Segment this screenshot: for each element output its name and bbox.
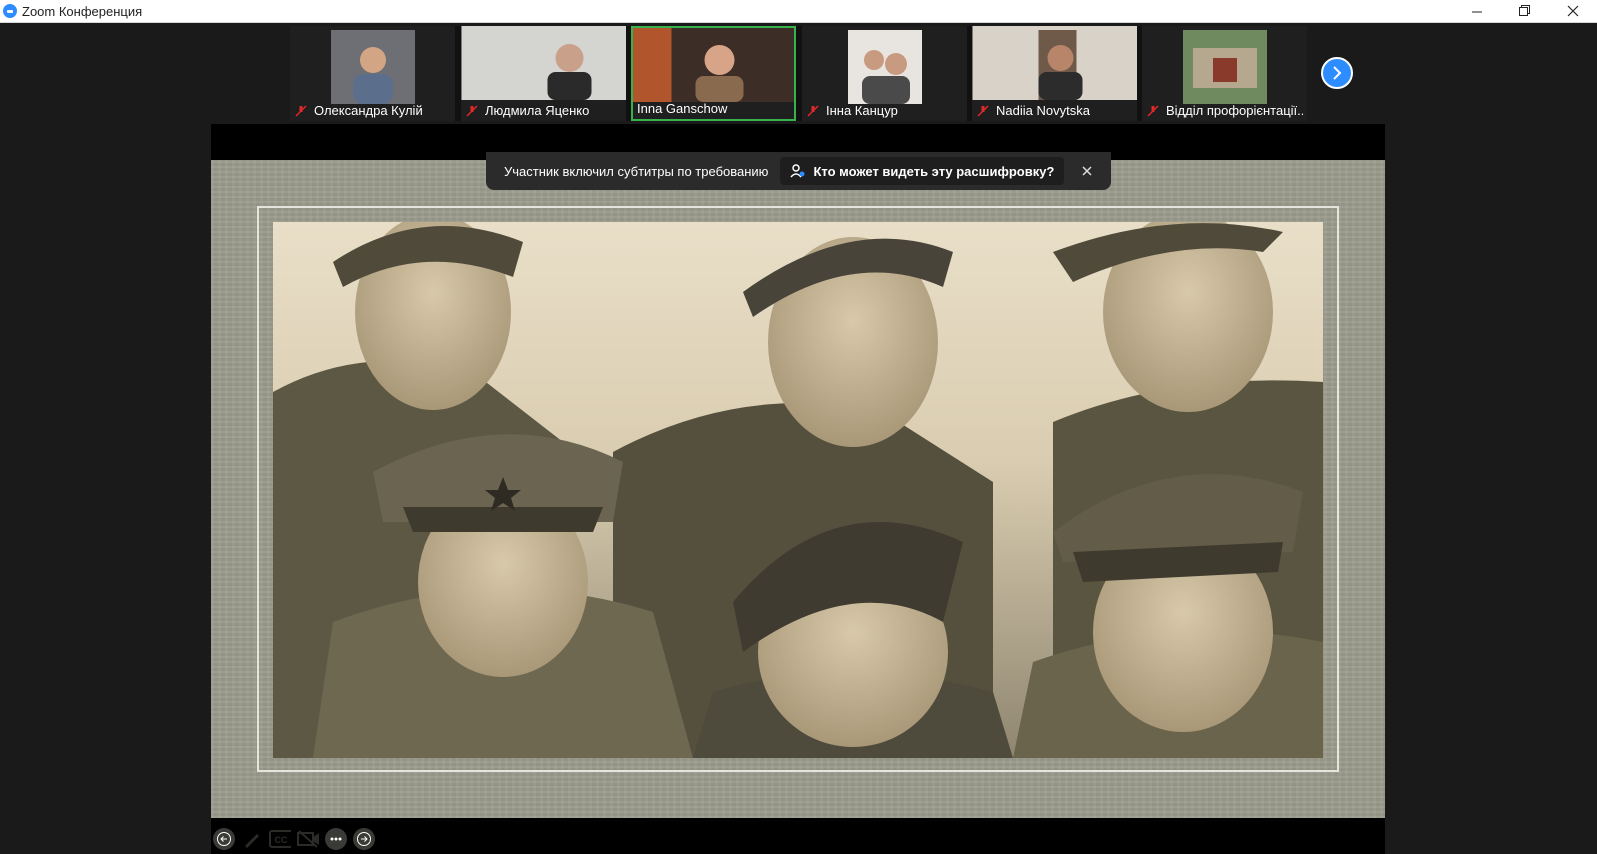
participant-video bbox=[972, 26, 1137, 100]
close-notification-button[interactable] bbox=[1082, 163, 1092, 179]
captions-notification-text: Участник включил субтитры по требованию bbox=[504, 163, 769, 179]
participant-tile[interactable]: Інна Канцур bbox=[802, 26, 967, 121]
shared-screen: CC Участник включил субтитры по требован… bbox=[211, 124, 1385, 854]
pen-icon bbox=[245, 834, 259, 848]
window-controls bbox=[1453, 0, 1597, 22]
participant-video bbox=[1182, 30, 1267, 104]
next-slide-button[interactable] bbox=[353, 828, 375, 850]
person-icon bbox=[790, 164, 805, 178]
participant-video bbox=[461, 26, 626, 100]
participant-video bbox=[633, 28, 794, 102]
transcript-visibility-label: Кто может видеть эту расшифровку? bbox=[813, 163, 1055, 179]
mic-muted-icon bbox=[295, 104, 307, 117]
mic-muted-icon bbox=[807, 104, 819, 117]
captions-button[interactable]: CC bbox=[269, 828, 291, 850]
chevron-right-icon bbox=[1333, 66, 1342, 80]
arrow-right-icon bbox=[357, 832, 371, 846]
svg-text:CC: CC bbox=[275, 835, 288, 845]
minimize-button[interactable] bbox=[1453, 0, 1501, 22]
restore-icon bbox=[1519, 5, 1530, 16]
participant-name: Олександра Кулій bbox=[314, 103, 423, 118]
historical-photo bbox=[273, 222, 1323, 758]
participant-name: Відділ профорієнтації... bbox=[1166, 103, 1303, 118]
slideshow-controls: CC bbox=[213, 828, 375, 850]
participant-video bbox=[330, 30, 415, 104]
cc-icon: CC bbox=[269, 830, 291, 848]
close-icon bbox=[1082, 166, 1092, 176]
participant-name: Inna Ganschow bbox=[637, 101, 728, 116]
participant-tile[interactable]: Людмила Яценко bbox=[461, 26, 626, 121]
soldiers-photo-illustration bbox=[273, 222, 1323, 758]
video-off-icon bbox=[297, 830, 319, 848]
previous-slide-button[interactable] bbox=[213, 828, 235, 850]
captions-notification: Участник включил субтитры по требованию … bbox=[486, 152, 1111, 190]
title-bar: Zoom Конференция bbox=[0, 0, 1597, 23]
mic-muted-icon bbox=[466, 104, 478, 117]
participant-name: Людмила Яценко bbox=[485, 103, 590, 118]
zoom-logo-icon bbox=[3, 4, 17, 18]
mic-muted-icon bbox=[1147, 104, 1159, 117]
presentation-slide: CC bbox=[211, 160, 1385, 850]
minimize-icon bbox=[1471, 11, 1482, 12]
mic-muted-icon bbox=[977, 104, 989, 117]
transcript-visibility-button[interactable]: Кто может видеть эту расшифровку? bbox=[780, 157, 1065, 185]
close-window-button[interactable] bbox=[1549, 0, 1597, 22]
participant-strip: Олександра Кулій Людмила Яценко Inna Gan… bbox=[290, 26, 1307, 121]
restore-button[interactable] bbox=[1501, 0, 1549, 22]
participant-video bbox=[847, 30, 922, 104]
close-icon bbox=[1567, 5, 1579, 17]
participant-tile[interactable]: Nadiia Novytska bbox=[972, 26, 1137, 121]
participant-tile-active-speaker[interactable]: Inna Ganschow bbox=[631, 26, 796, 121]
more-icon bbox=[330, 837, 342, 841]
video-toggle-button[interactable] bbox=[297, 828, 319, 850]
window-title: Zoom Конференция bbox=[22, 3, 143, 19]
more-options-button[interactable] bbox=[325, 828, 347, 850]
participant-tile[interactable]: Олександра Кулій bbox=[290, 26, 455, 121]
arrow-left-icon bbox=[217, 832, 231, 846]
participant-tile[interactable]: Відділ профорієнтації... bbox=[1142, 26, 1307, 121]
participant-name: Інна Канцур bbox=[826, 103, 898, 118]
annotate-button[interactable] bbox=[241, 828, 263, 850]
participant-name: Nadiia Novytska bbox=[996, 103, 1090, 118]
next-page-button[interactable] bbox=[1321, 57, 1353, 89]
